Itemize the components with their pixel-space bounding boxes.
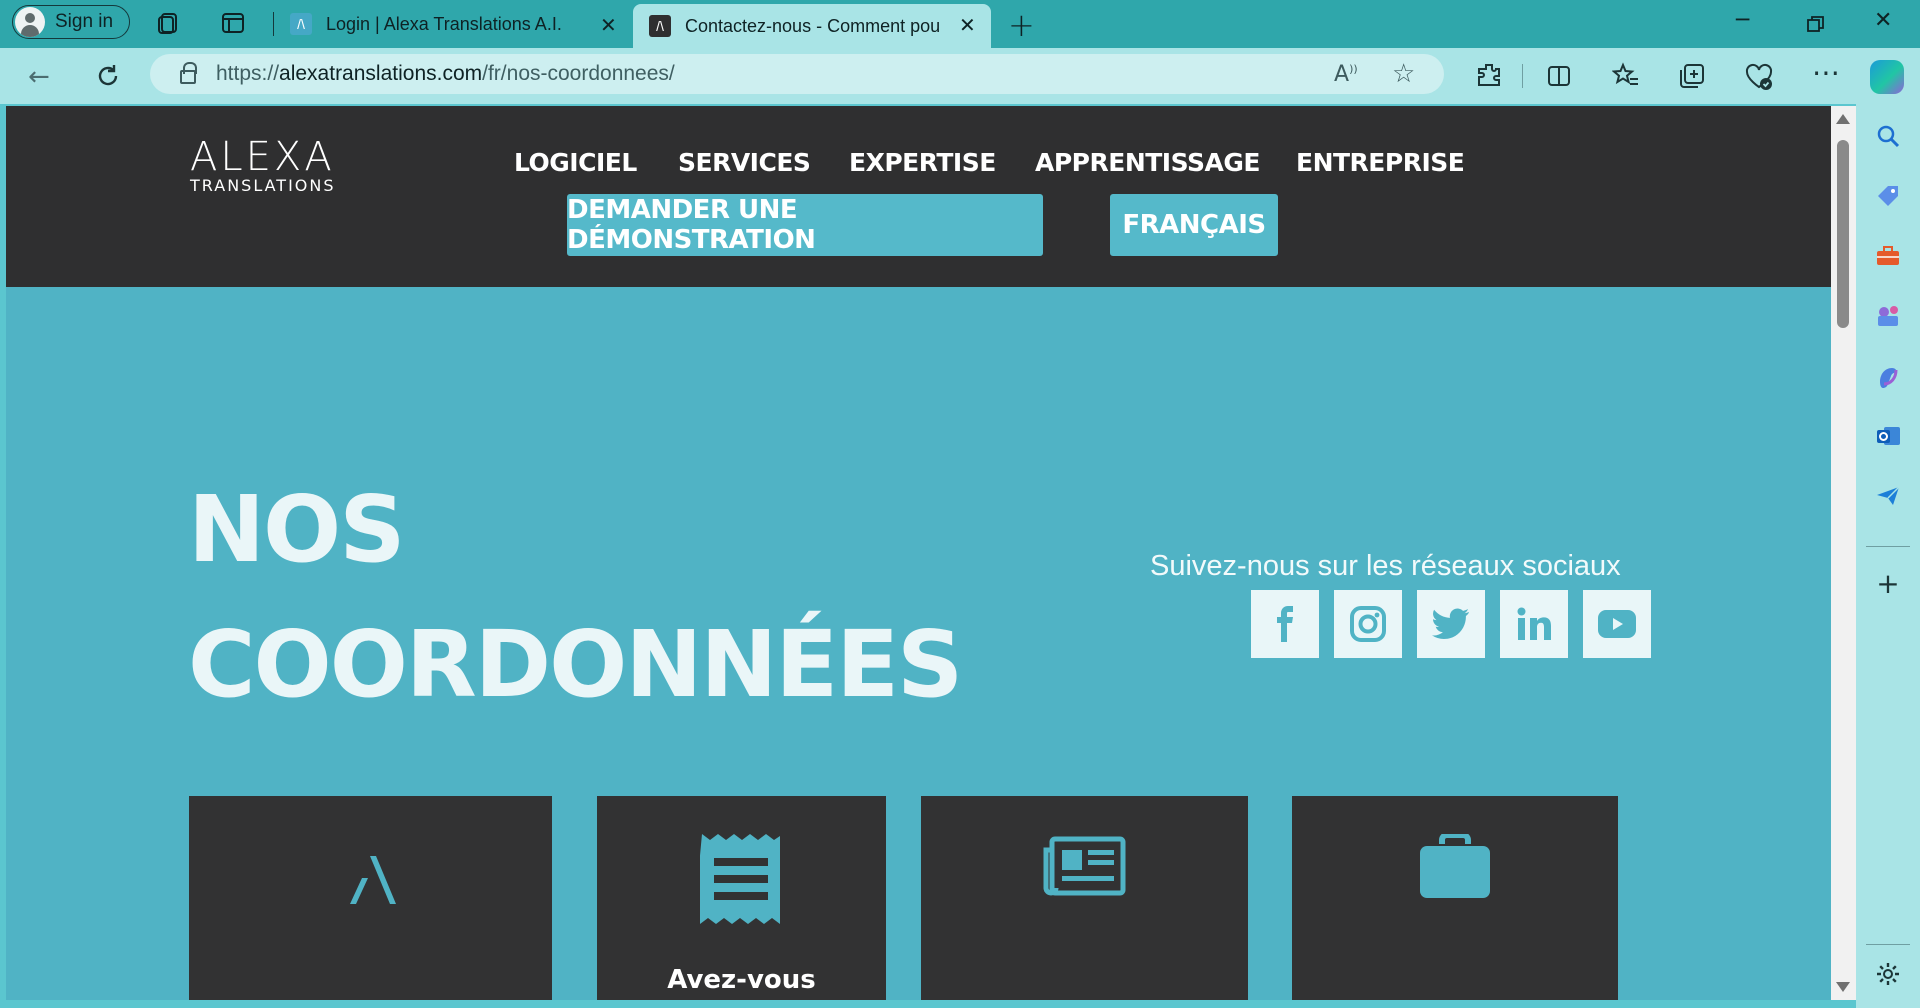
lock-icon[interactable] [180, 62, 197, 84]
alexa-favicon-icon: /\ [290, 13, 312, 35]
twitter-icon[interactable] [1417, 590, 1485, 658]
tools-icon[interactable] [1874, 242, 1902, 270]
webpage-viewport: ALEXA TRANSLATIONS LOGICIEL SERVICES EXP… [6, 106, 1831, 1000]
settings-gear-icon[interactable] [1874, 960, 1902, 988]
nav-entreprise[interactable]: ENTREPRISE [1296, 148, 1465, 177]
search-icon[interactable] [1874, 122, 1902, 150]
extensions-icon[interactable] [1476, 62, 1502, 88]
instagram-icon[interactable] [1334, 590, 1402, 658]
back-icon[interactable]: ← [28, 62, 50, 92]
copilot-sidebar-icon[interactable] [1874, 362, 1902, 390]
scrollbar-thumb[interactable] [1837, 140, 1849, 328]
language-button[interactable]: FRANÇAIS [1110, 194, 1278, 256]
scroll-up-arrow-icon[interactable] [1836, 114, 1850, 124]
sidebar-divider [1866, 546, 1910, 547]
demo-request-button[interactable]: DEMANDER UNE DÉMONSTRATION [567, 194, 1043, 256]
copilot-icon[interactable] [1870, 60, 1904, 94]
browser-essentials-icon[interactable] [1744, 62, 1774, 92]
newspaper-icon [1043, 836, 1126, 896]
outlook-icon[interactable] [1874, 422, 1902, 450]
tab-title: Login | Alexa Translations A.I. [326, 13, 562, 34]
nav-expertise[interactable]: EXPERTISE [849, 148, 996, 177]
alexa-translations-logo[interactable]: ALEXA TRANSLATIONS [190, 134, 336, 195]
card-caption: Avez-vous [667, 965, 816, 995]
nav-services[interactable]: SERVICES [678, 148, 811, 177]
logo-wordmark: ALEXA [190, 134, 335, 180]
tab-contactez-nous[interactable]: /\ Contactez-nous - Comment pou ✕ [633, 4, 991, 48]
contact-card[interactable] [189, 796, 552, 1000]
address-bar[interactable]: https://alexatranslations.com/fr/nos-coo… [150, 54, 1444, 94]
close-tab-icon[interactable]: ✕ [959, 13, 976, 38]
contact-card[interactable] [921, 796, 1248, 1000]
browser-toolbar: ← https://alexatranslations.com/fr/nos-c… [0, 48, 1920, 104]
nav-logiciel[interactable]: LOGICIEL [514, 148, 637, 177]
restore-icon[interactable] [1806, 14, 1826, 34]
close-window-icon[interactable]: ✕ [1874, 8, 1892, 33]
add-sidebar-icon[interactable]: + [1874, 570, 1902, 598]
facebook-icon[interactable] [1251, 590, 1319, 658]
minimize-icon[interactable]: ─ [1736, 8, 1749, 33]
contact-card[interactable] [1292, 796, 1618, 1000]
page-title-line-2: COORDONNÉES [188, 611, 963, 718]
tab-actions-icon[interactable] [220, 10, 246, 36]
alexa-favicon-icon: /\ [649, 15, 671, 37]
games-icon[interactable] [1874, 302, 1902, 330]
scroll-down-arrow-icon[interactable] [1836, 982, 1850, 992]
youtube-icon[interactable] [1583, 590, 1651, 658]
send-icon[interactable] [1874, 482, 1902, 510]
favorite-star-icon[interactable]: ☆ [1392, 59, 1415, 89]
split-screen-icon[interactable] [1546, 63, 1572, 89]
more-options-icon[interactable]: ⋯ [1812, 56, 1840, 89]
page-title-line-1: NOS [188, 476, 405, 583]
tab-login[interactable]: /\ Login | Alexa Translations A.I. ✕ [290, 0, 625, 48]
favorites-icon[interactable] [1612, 62, 1640, 90]
url-text[interactable]: https://alexatranslations.com/fr/nos-coo… [216, 62, 675, 86]
sidebar-divider [1866, 944, 1910, 945]
collections-icon[interactable] [1678, 62, 1706, 90]
close-tab-icon[interactable]: ✕ [600, 13, 617, 38]
toolbar-divider [1522, 64, 1523, 88]
profile-avatar-icon [15, 7, 45, 37]
contact-card[interactable]: Avez-vous [597, 796, 886, 1000]
alexa-logo-icon [350, 856, 396, 904]
receipt-icon [700, 834, 780, 924]
new-tab-icon[interactable]: + [1008, 6, 1035, 44]
logo-subtitle: TRANSLATIONS [190, 176, 336, 195]
read-aloud-icon[interactable]: A)) [1334, 62, 1358, 87]
nav-apprentissage[interactable]: APPRENTISSAGE [1035, 148, 1260, 177]
tab-separator [273, 12, 274, 36]
edge-sidebar: + [1856, 104, 1920, 1008]
tab-title: Contactez-nous - Comment pou [685, 15, 941, 36]
linkedin-icon[interactable] [1500, 590, 1568, 658]
sign-in-button[interactable]: Sign in [12, 5, 130, 39]
site-header: ALEXA TRANSLATIONS LOGICIEL SERVICES EXP… [6, 106, 1831, 287]
page-scrollbar[interactable] [1831, 106, 1856, 1000]
refresh-icon[interactable] [94, 62, 122, 90]
social-heading: Suivez-nous sur les réseaux sociaux [1150, 550, 1621, 582]
shopping-tag-icon[interactable] [1874, 182, 1902, 210]
sign-in-label: Sign in [55, 11, 114, 32]
workspaces-icon[interactable] [156, 10, 182, 36]
briefcase-icon [1420, 834, 1490, 898]
browser-title-bar: Sign in /\ Login | Alexa Translations A.… [0, 0, 1920, 48]
